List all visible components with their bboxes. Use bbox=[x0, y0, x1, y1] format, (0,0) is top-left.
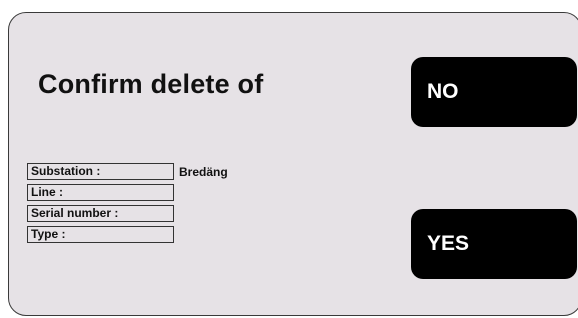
yes-button-label: YES bbox=[427, 232, 470, 255]
field-row-line: Line : bbox=[27, 184, 179, 201]
type-label: Type : bbox=[27, 226, 174, 243]
field-row-serial-number: Serial number : bbox=[27, 205, 179, 222]
substation-value: Bredäng bbox=[179, 164, 228, 179]
yes-button[interactable]: YES bbox=[411, 209, 577, 279]
field-row-substation: Substation : Bredäng bbox=[27, 163, 228, 180]
no-button[interactable]: NO bbox=[411, 57, 577, 127]
field-row-type: Type : bbox=[27, 226, 179, 243]
line-label: Line : bbox=[27, 184, 174, 201]
serial-number-label: Serial number : bbox=[27, 205, 174, 222]
confirm-delete-dialog: Confirm delete of NO Substation : Bredän… bbox=[8, 12, 578, 316]
no-button-label: NO bbox=[427, 80, 459, 103]
substation-label: Substation : bbox=[27, 163, 174, 180]
dialog-title: Confirm delete of bbox=[38, 69, 264, 99]
